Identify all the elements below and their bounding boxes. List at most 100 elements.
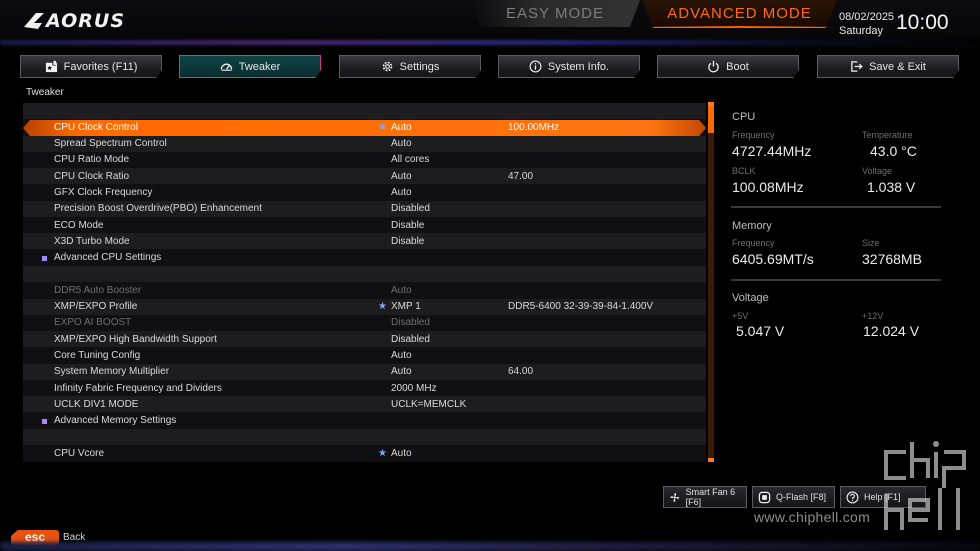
setting-name: XMP/EXPO Profile [54,301,138,312]
row-background [23,429,706,445]
scrollbar-thumb[interactable] [708,103,714,133]
tab-favorites[interactable]: Favorites (F11) [20,55,162,78]
setting-value[interactable]: Auto [391,185,412,201]
setting-row[interactable]: Core Tuning Config Auto [23,348,706,364]
setting-row[interactable]: Spread Spectrum Control Auto [23,136,706,152]
row-background [23,266,706,282]
setting-name: CPU Clock Control [54,122,138,133]
setting-value[interactable]: Auto [391,120,412,136]
setting-name: X3D Turbo Mode [54,236,130,247]
setting-row: EXPO AI BOOST Disabled [23,315,706,331]
setting-current-value: DDR5-6400 32-39-39-84-1.400V [508,301,654,312]
submenu-bullet-icon [42,419,47,424]
section-title: Tweaker [26,87,64,98]
setting-value[interactable]: All cores [391,152,429,168]
bclk-value: 100.08MHz [732,179,804,195]
voltage-monitor-title: Voltage [732,292,769,304]
setting-name: DDR5 Auto Booster [54,285,142,296]
setting-row[interactable]: CPU Ratio Mode All cores [23,152,706,168]
setting-row[interactable]: ECO Mode Disable [23,218,706,234]
tab-tweaker[interactable]: Tweaker [179,55,321,78]
setting-value[interactable]: 2000 MHz [391,381,437,397]
setting-value[interactable]: Auto [391,364,412,380]
setting-value[interactable]: Auto [391,446,412,462]
setting-value[interactable]: XMP 1 [391,299,421,315]
setting-row[interactable]: X3D Turbo Mode Disable [23,234,706,250]
cpu-temperature-label: Temperature [862,130,913,140]
tab-save-exit[interactable]: Save & Exit [817,55,959,78]
tab-label: Favorites (F11) [63,60,138,73]
submenu-item[interactable]: Advanced Memory Settings [23,413,706,429]
plus-12v-label: +12V [862,311,884,321]
chiphell-watermark-logo [884,441,966,530]
clock-display: 10:00 [896,11,949,34]
scroll-down-arrow[interactable] [708,458,714,462]
tab-system-info[interactable]: System Info. [498,55,640,78]
day-text: Saturday [839,25,884,37]
setting-row[interactable]: CPU Clock Ratio Auto 47.00 [23,169,706,185]
setting-name: Precision Boost Overdrive(PBO) Enhanceme… [54,203,262,214]
header-light-streak [0,40,980,45]
setting-row[interactable]: GFX Clock Frequency Auto [23,185,706,201]
speedometer-icon [220,63,232,71]
setting-value[interactable]: Disabled [391,201,430,217]
setting-value[interactable]: Disabled [391,332,430,348]
scroll-up-arrow[interactable] [708,102,714,106]
setting-name: Advanced CPU Settings [54,252,162,263]
setting-current-value: 100.00MHz [508,122,560,133]
setting-row[interactable]: UCLK DIV1 MODE UCLK=MEMCLK [23,397,706,413]
tab-label: Save & Exit [869,60,926,73]
setting-name: Advanced Memory Settings [54,415,177,426]
setting-value[interactable]: Disable [391,218,424,234]
cpu-temperature-value: 43.0 °C [870,143,917,159]
submenu-item[interactable]: Advanced CPU Settings [23,250,706,266]
tab-settings[interactable]: Settings [339,55,481,78]
easy-mode-button[interactable]: EASY MODE [470,0,640,27]
favorite-star-icon[interactable]: ★ [378,120,387,136]
setting-row[interactable]: Infinity Fabric Frequency and Dividers 20… [23,381,706,397]
cpu-voltage-value: 1.038 V [867,179,916,195]
setting-value[interactable]: Auto [391,348,412,364]
setting-value[interactable]: UCLK=MEMCLK [391,397,466,413]
setting-value[interactable]: Auto [391,169,412,185]
date-display: 08/02/2025 Saturday [839,10,894,38]
bclk-label: BCLK [732,166,756,176]
info-icon [529,60,542,73]
setting-name: ECO Mode [54,220,104,231]
setting-row[interactable]: Precision Boost Overdrive(PBO) Enhanceme… [23,201,706,217]
cpu-voltage-label: Voltage [862,166,893,176]
advanced-mode-button[interactable]: ADVANCED MODE [642,0,837,28]
tab-label: System Info. [547,60,610,73]
favorite-star-icon[interactable]: ★ [378,299,387,315]
tab-label: Tweaker [238,60,281,73]
cpu-frequency-label: Frequency [732,130,775,140]
monitor-divider [731,206,941,208]
memory-size-label: Size [862,238,880,248]
smart-fan-button[interactable]: Smart Fan 6 [F6] [663,486,747,508]
tab-label: Boot [726,60,749,73]
settings-list: CPU Clock Control ★ Auto 100.00MHz Spread Sp… [23,103,706,462]
qflash-button[interactable]: Q-Flash [F8] [752,486,835,508]
memory-size-value: 32768MB [862,251,922,267]
setting-row[interactable]: XMP/EXPO High Bandwidth Support Disabled [23,332,706,348]
setting-name: GFX Clock Frequency [54,187,153,198]
setting-name: Core Tuning Config [54,350,141,361]
setting-name: CPU Clock Ratio [54,171,130,182]
advanced-mode-underline [642,26,837,28]
brand-logo-text: AORUS [46,10,126,32]
cpu-frequency-value: 4727.44MHz [732,143,812,159]
scrollbar[interactable] [708,103,714,462]
setting-row[interactable]: CPU Clock Control ★ Auto 100.00MHz [23,120,706,136]
tab-boot[interactable]: Boot [657,55,799,78]
setting-row[interactable]: CPU Vcore ★ Auto [23,446,706,462]
setting-row[interactable]: System Memory Multiplier Auto 64.00 [23,364,706,380]
watermark-url: www.chiphell.com [754,509,871,525]
favorite-star-icon[interactable]: ★ [378,446,387,462]
monitor-divider [731,279,941,281]
setting-row[interactable]: XMP/EXPO Profile ★ XMP 1 DDR5-6400 32-39-39… [23,299,706,315]
setting-value[interactable]: Auto [391,136,412,152]
setting-name: EXPO AI BOOST [54,317,132,328]
setting-value[interactable]: Disable [391,234,424,250]
help-icon [846,491,859,503]
fan-icon [670,492,680,502]
